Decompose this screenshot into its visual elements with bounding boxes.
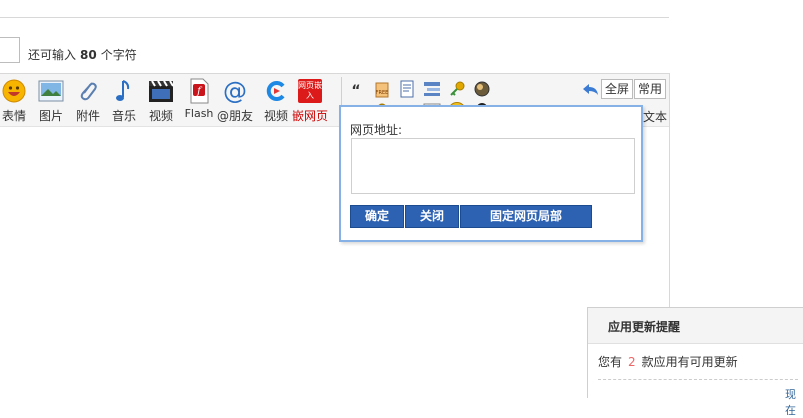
toolbar-label: @朋友 [217,109,254,123]
char-counter: 还可输入 80 个字符 [28,48,137,62]
toolbar-label: 视频 [148,109,173,123]
undo-arrow-icon[interactable] [582,80,600,98]
smiley-icon [1,78,27,104]
flash-icon: f [186,78,212,104]
update-now-link[interactable]: 现在 [785,386,803,418]
svg-text:FREE: FREE [376,90,389,96]
notification-header: 应用更新提醒 [588,308,803,344]
toolbar-music-button[interactable]: 音乐 [106,78,142,124]
page-icon[interactable] [398,80,416,98]
update-count: 2 [628,355,636,369]
toolbar-video-button[interactable]: 视频 [143,78,179,124]
fullscreen-button[interactable]: 全屏 [601,79,634,99]
free-tag-icon[interactable]: FREE [373,80,391,98]
toolbar-video2-button[interactable]: 视频 [258,78,294,124]
toolbar-label: 表情 [1,109,26,123]
globe-icon[interactable] [473,80,491,98]
music-note-icon [111,78,137,104]
toolbar-flash-button[interactable]: f Flash [181,78,217,120]
fix-webpage-section-button[interactable]: 固定网页局部 [460,205,592,228]
video-c-icon [263,78,289,104]
top-divider [0,17,669,18]
notification-body: 您有 2 款应用有可用更新 [598,355,738,369]
toolbar-label: 图片 [38,109,63,123]
notification-divider [598,379,798,380]
close-button[interactable]: 关闭 [405,205,459,228]
toolbar-label: 嵌网页 [292,109,329,123]
common-mode-button[interactable]: 常用 [634,79,667,99]
list-icon[interactable] [423,80,441,98]
at-icon: @ [223,77,247,105]
toolbar-embed-webpage-button[interactable]: 网页嵌入 嵌网页 [292,78,328,124]
embed-webpage-icon: 网页嵌入 [297,78,323,104]
editor-right-border [669,73,670,313]
toolbar-emoji-button[interactable]: 表情 [0,78,32,124]
toolbar-attachment-button[interactable]: 附件 [70,78,106,124]
image-icon [38,78,64,104]
toolbar-label: 音乐 [111,109,136,123]
webpage-url-input[interactable] [351,138,635,194]
mode-label-partial: 文本 [643,110,668,124]
toolbar-label: Flash [184,107,214,120]
toolbar-label: 视频 [263,109,288,123]
key-icon[interactable] [448,80,466,98]
app-update-notification: 应用更新提醒 您有 2 款应用有可用更新 现在 [587,307,803,417]
webpage-url-label: 网页地址: [350,123,403,137]
toolbar-mention-button[interactable]: @ @朋友 [217,77,254,124]
video-clapper-icon [148,78,174,104]
notification-title: 应用更新提醒 [608,320,681,334]
confirm-button[interactable]: 确定 [350,205,404,228]
toolbar-image-button[interactable]: 图片 [33,78,69,124]
text-input-edge[interactable] [0,37,20,63]
paperclip-icon [75,78,101,104]
toolbar-label: 附件 [75,109,100,123]
quote-icon[interactable]: “ [347,82,365,100]
embed-webpage-dialog: 网页地址: 确定 关闭 固定网页局部 [339,105,643,242]
